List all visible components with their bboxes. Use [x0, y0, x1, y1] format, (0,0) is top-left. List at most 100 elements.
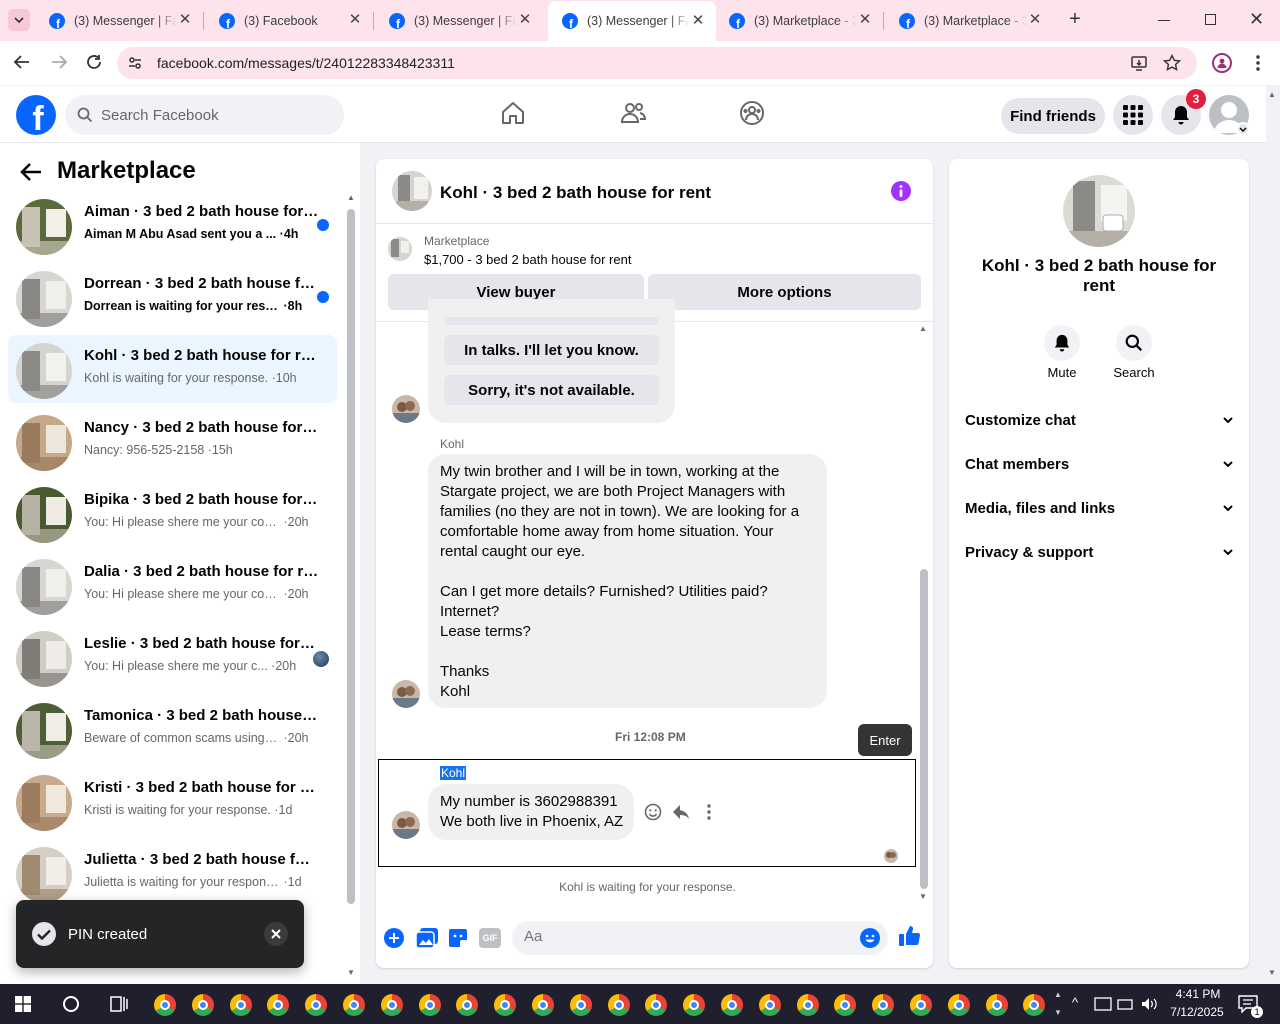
clock-date[interactable]: 7/12/2025 [1164, 1005, 1230, 1019]
more-actions-plus-button[interactable] [384, 928, 404, 948]
sender-avatar[interactable] [392, 680, 420, 708]
browser-tab[interactable]: f (3) Messenger | Fac ✕ [375, 0, 543, 41]
more-actions-button[interactable] [707, 804, 711, 820]
chrome-taskbar-icon[interactable] [494, 994, 517, 1016]
message-bubble-2[interactable]: My number is 3602988391 We both live in P… [428, 784, 634, 840]
like-button[interactable] [899, 925, 921, 947]
tab-close-icon[interactable]: ✕ [177, 12, 193, 28]
taskbar-scroll[interactable]: ▲ ▼ [1054, 986, 1062, 1022]
listing-thumbnail[interactable] [388, 237, 412, 261]
browser-tab[interactable]: f (3) Marketplace - 3 ✕ [885, 0, 1053, 41]
toast-close-button[interactable] [264, 922, 288, 946]
browser-tab[interactable]: f (3) Facebook ✕ [205, 0, 373, 41]
page-scroll-down[interactable]: ▼ [1268, 968, 1276, 977]
nav-groups[interactable] [739, 100, 765, 126]
clock-time[interactable]: 4:41 PM [1168, 987, 1228, 1001]
restore-button[interactable] [1205, 14, 1216, 25]
find-friends-button[interactable]: Find friends [1001, 98, 1105, 134]
search-chat-button[interactable] [1116, 325, 1152, 361]
chrome-taskbar-icon[interactable] [154, 994, 176, 1016]
tab-close-icon[interactable]: ✕ [857, 12, 873, 28]
conversation-item[interactable]: Aiman · 3 bed 2 bath house for rent Aiman… [8, 191, 337, 259]
browser-tab[interactable]: f (3) Messenger | Fac ✕ [548, 1, 716, 41]
quick-reply-1[interactable]: In talks. I'll let you know. [444, 335, 659, 365]
chrome-taskbar-icon[interactable] [985, 994, 1008, 1016]
chrome-taskbar-icon[interactable] [910, 994, 932, 1016]
tab-close-icon[interactable]: ✕ [1027, 12, 1043, 28]
gif-button[interactable]: GIF [479, 928, 501, 948]
facebook-logo[interactable]: f [16, 95, 56, 135]
conversation-item[interactable]: Bipika · 3 bed 2 bath house for rent You:… [8, 479, 337, 547]
address-bar[interactable]: facebook.com/messages/t/2401228334842331… [117, 47, 1197, 79]
tab-close-icon[interactable]: ✕ [517, 12, 533, 28]
nav-home[interactable] [500, 100, 526, 126]
more-options-button[interactable]: More options [648, 274, 921, 310]
info-section-privacy-support[interactable]: Privacy & support [965, 532, 1233, 572]
search-box[interactable] [65, 95, 344, 135]
message-input[interactable] [524, 928, 844, 945]
sidebar-scroll-down[interactable]: ▼ [347, 968, 355, 977]
info-section-chat-members[interactable]: Chat members [965, 444, 1233, 484]
minimize-button[interactable] [1158, 20, 1170, 21]
quick-reply-2[interactable]: Sorry, it's not available. [444, 375, 659, 405]
chat-scrollbar[interactable] [920, 569, 928, 889]
browser-tab[interactable]: f (3) Marketplace - 3 ✕ [715, 0, 883, 41]
message-composer[interactable] [512, 921, 888, 955]
chrome-taskbar-icon[interactable] [191, 994, 214, 1016]
chrome-taskbar-icon[interactable] [343, 994, 365, 1016]
sticker-button[interactable] [448, 928, 468, 948]
menu-button[interactable] [1113, 95, 1153, 135]
page-scroll-up[interactable]: ▲ [1268, 90, 1276, 99]
browser-tab[interactable]: f (3) Messenger | Fac ✕ [35, 0, 203, 41]
chrome-taskbar-icon[interactable] [645, 994, 668, 1016]
install-app-icon[interactable] [1130, 54, 1148, 72]
chrome-taskbar-icon[interactable] [683, 994, 706, 1016]
chrome-taskbar-icon[interactable] [834, 994, 857, 1016]
chrome-taskbar-icon[interactable] [721, 994, 743, 1016]
attach-photo-button[interactable] [416, 928, 438, 948]
chat-scroll-down[interactable]: ▼ [919, 892, 927, 901]
conversation-item[interactable]: Julietta · 3 bed 2 bath house for rent Ju… [8, 839, 337, 907]
info-section-media-files-and-links[interactable]: Media, files and links [965, 488, 1233, 528]
info-avatar[interactable] [1063, 175, 1135, 247]
chrome-taskbar-icon[interactable] [796, 994, 819, 1016]
conversation-item[interactable]: Leslie · 3 bed 2 bath house for rent You:… [8, 623, 337, 691]
chrome-taskbar-icon[interactable] [532, 994, 554, 1016]
chat-avatar[interactable] [392, 171, 432, 211]
search-taskbar-button[interactable] [63, 996, 79, 1012]
start-button[interactable] [15, 996, 31, 1012]
conversation-item[interactable]: Kristi · 3 bed 2 bath house for rent Kris… [8, 767, 337, 835]
site-info-icon[interactable] [127, 55, 143, 71]
chrome-taskbar-icon[interactable] [456, 994, 479, 1016]
search-input[interactable] [101, 106, 321, 124]
mute-button[interactable] [1044, 325, 1080, 361]
conversation-item[interactable]: Dorrean · 3 bed 2 bath house for rent Dor… [8, 263, 337, 331]
chrome-taskbar-icon[interactable] [418, 994, 441, 1016]
sender-avatar[interactable] [392, 811, 420, 839]
tab-search-button[interactable] [8, 9, 30, 31]
chrome-taskbar-icon[interactable] [947, 994, 970, 1016]
chrome-taskbar-icon[interactable] [1023, 994, 1046, 1016]
tray-chevron-icon[interactable]: ^ [1072, 995, 1078, 1010]
tab-close-icon[interactable]: ✕ [347, 12, 363, 28]
profile-button[interactable] [1212, 53, 1232, 73]
task-view-button[interactable] [110, 996, 128, 1012]
sidebar-scroll-up[interactable]: ▲ [347, 193, 355, 202]
chrome-taskbar-icon[interactable] [305, 994, 328, 1016]
back-button[interactable] [13, 53, 31, 71]
chat-info-button[interactable] [891, 181, 911, 201]
nav-friends[interactable] [620, 100, 646, 126]
conversation-item[interactable]: Kohl · 3 bed 2 bath house for rent Kohl i… [8, 335, 337, 403]
chrome-taskbar-icon[interactable] [607, 994, 630, 1016]
account-chevron[interactable] [1236, 122, 1250, 136]
listing-price[interactable]: $1,700 - 3 bed 2 bath house for rent [424, 252, 631, 267]
reload-button[interactable] [85, 53, 103, 71]
tab-close-icon[interactable]: ✕ [690, 13, 706, 29]
chrome-taskbar-icon[interactable] [267, 994, 290, 1016]
message-bubble-1[interactable]: My twin brother and I will be in town, w… [428, 454, 827, 708]
sidebar-scrollbar[interactable] [347, 209, 355, 904]
conversation-item[interactable]: Nancy · 3 bed 2 bath house for rent Nancy… [8, 407, 337, 475]
chat-scroll-up[interactable]: ▲ [919, 324, 927, 333]
close-window-button[interactable]: ✕ [1249, 9, 1264, 30]
new-tab-button[interactable]: + [1065, 9, 1085, 30]
